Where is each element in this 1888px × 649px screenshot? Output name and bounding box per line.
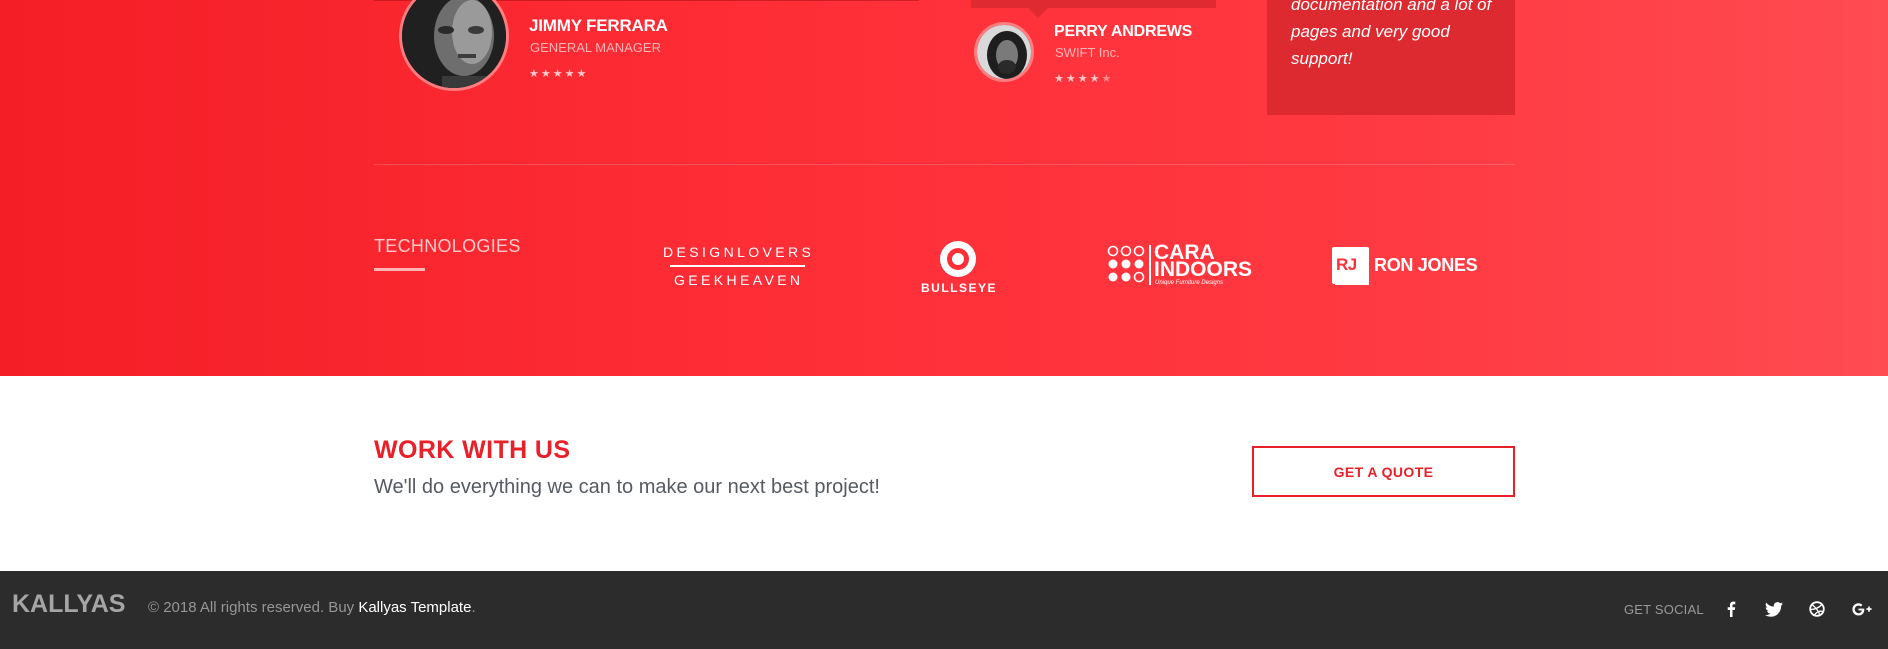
copyright-text: © 2018 All rights reserved. Buy	[148, 599, 359, 616]
copyright-trailing: .	[471, 599, 476, 616]
logo-bullseye[interactable]: BULLSEYE	[915, 237, 1005, 297]
dribbble-icon[interactable]	[1806, 598, 1828, 620]
footer: KALLYAS © 2018 All rights reserved. Buy …	[0, 571, 1888, 649]
portrait-image	[977, 25, 1031, 79]
rj-badge-text: RJ	[1336, 255, 1357, 274]
facebook-icon[interactable]	[1720, 598, 1742, 620]
testimonial-quote-box: documentation and a lot of pages and ver…	[1267, 0, 1515, 115]
logo-designlovers[interactable]: DESIGNLOVERS GEEKHEAVEN	[660, 242, 815, 292]
footer-copyright: © 2018 All rights reserved. Buy Kallyas …	[148, 599, 476, 616]
portrait-image	[402, 0, 506, 88]
rating-stars-off: ★	[1101, 73, 1114, 85]
rating-stars: ★★★★★	[1054, 72, 1113, 85]
testimonial-bubble-edge	[971, 0, 1216, 8]
section-subtitle: We'll do everything we can to make our n…	[374, 476, 880, 498]
testimonial-role: SWIFT Inc.	[1055, 45, 1120, 60]
kallyas-template-link[interactable]: Kallyas Template	[358, 599, 471, 616]
logo-tagline: Unique Furniture Designs	[1155, 280, 1224, 286]
bullseye-icon	[940, 241, 976, 277]
logo-designlovers-text: DESIGNLOVERS	[663, 244, 815, 260]
logo-cara-indoors[interactable]: CARA INDOORS Unique Furniture Designs	[1107, 242, 1267, 293]
testimonial-quote: documentation and a lot of pages and ver…	[1291, 0, 1492, 68]
testimonial-name: JIMMY FERRARA	[529, 16, 668, 35]
testimonial-role: GENERAL MANAGER	[530, 40, 661, 55]
logo-ron-jones[interactable]: RJ RON JONES	[1332, 247, 1492, 287]
section-divider	[374, 164, 1515, 165]
testimonial-name: PERRY ANDREWS	[1054, 23, 1193, 40]
section-title: WORK WITH US	[374, 436, 571, 464]
logo-bullseye-text: BULLSEYE	[921, 281, 998, 295]
rating-stars-on: ★★★★★	[529, 68, 589, 80]
rating-stars: ★★★★★	[529, 67, 588, 80]
technologies-title: TECHNOLOGIES	[374, 236, 521, 256]
rj-badge-shadow	[1335, 280, 1369, 285]
google-plus-icon[interactable]	[1851, 598, 1873, 620]
dots-grid-icon	[1107, 245, 1145, 283]
logo-indoors-text: INDOORS	[1154, 258, 1253, 281]
logo-divider	[1149, 245, 1151, 285]
logo-geekheaven-text: GEEKHEAVEN	[674, 272, 804, 288]
title-underline	[374, 268, 425, 271]
get-a-quote-button[interactable]: GET A QUOTE	[1252, 446, 1515, 497]
testimonial-bubble-pointer	[1028, 8, 1048, 18]
rating-stars-on: ★★★★	[1054, 73, 1102, 85]
logo-divider	[670, 265, 805, 267]
logo-ronjones-text: RON JONES	[1374, 255, 1478, 275]
get-social-label: GET SOCIAL	[1624, 602, 1704, 617]
avatar	[974, 22, 1034, 82]
testimonials-section: JIMMY FERRARA GENERAL MANAGER ★★★★★ PERR…	[0, 0, 1888, 376]
footer-logo[interactable]: KALLYAS	[12, 590, 125, 619]
avatar	[399, 0, 509, 91]
twitter-icon[interactable]	[1763, 598, 1785, 620]
